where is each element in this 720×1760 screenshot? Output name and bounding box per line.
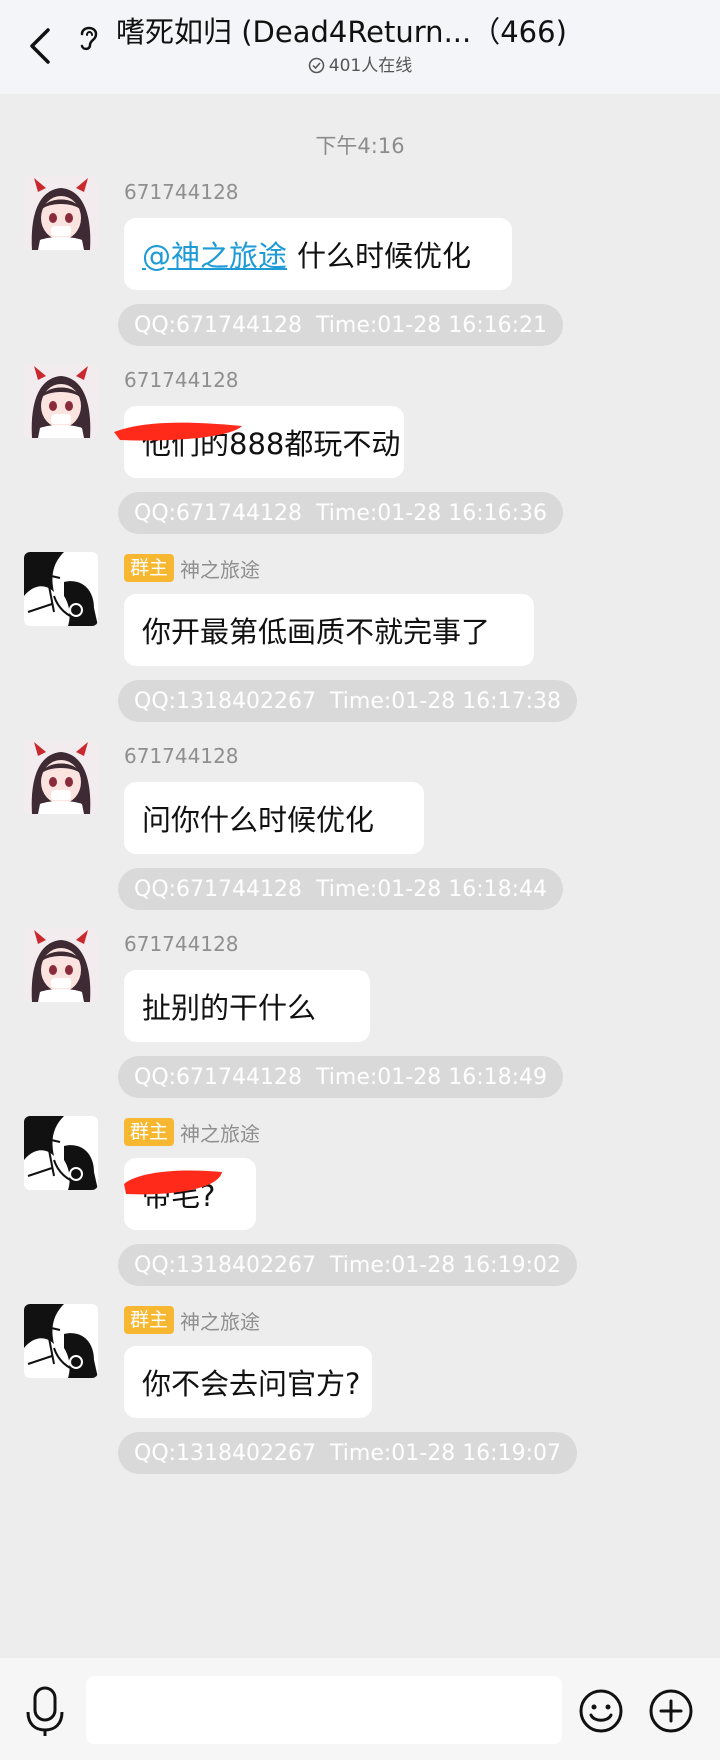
message-input[interactable] — [86, 1676, 562, 1744]
online-status: 401人在线 — [0, 54, 720, 78]
message-item: 671744128 问你什么时候优化 QQ:671744128 Time:01-… — [0, 740, 720, 930]
message-meta: QQ:1318402267 Time:01-28 16:19:02 — [118, 1244, 577, 1286]
message-bubble[interactable]: 你不会去问官方? — [124, 1346, 372, 1418]
meta-qq: QQ:671744128 — [134, 1064, 303, 1090]
sender-row: 群主 神之旅途 — [124, 1306, 260, 1334]
input-bar — [0, 1658, 720, 1760]
meta-time: Time:01-28 16:18:44 — [316, 876, 548, 902]
message-text: 带毛? — [142, 1179, 216, 1213]
avatar-anime-girl[interactable] — [24, 740, 98, 814]
sender-row: 671744128 — [124, 178, 239, 206]
group-title[interactable]: 嗜死如归 (Dead4Return...（466) — [116, 12, 696, 52]
message-item: 群主 神之旅途 你开最第低画质不就完事了 QQ:1318402267 Time:… — [0, 552, 720, 742]
owner-badge: 群主 — [124, 1306, 175, 1334]
meta-time: Time:01-28 16:17:38 — [330, 688, 561, 714]
avatar-anime-girl[interactable] — [24, 176, 98, 250]
sender-name[interactable]: 671744128 — [124, 368, 239, 392]
message-list[interactable]: 下午4:16 671744128 @神之旅途 什么时候优化 QQ:6717441… — [0, 94, 720, 1658]
avatar-manga[interactable] — [24, 1116, 98, 1190]
message-text: 你开最第低画质不就完事了 — [142, 615, 491, 649]
meta-time: Time:01-28 16:18:49 — [316, 1064, 548, 1090]
meta-qq: QQ:671744128 — [134, 876, 303, 902]
chat-header: 嗜死如归 (Dead4Return...（466) 401人在线 — [0, 0, 720, 94]
sender-name[interactable]: 神之旅途 — [180, 1306, 260, 1335]
time-divider: 下午4:16 — [315, 134, 405, 158]
mic-icon[interactable] — [24, 1686, 66, 1738]
sender-name[interactable]: 671744128 — [124, 180, 239, 204]
message-bubble[interactable]: 他们的888都玩不动 — [124, 406, 404, 478]
message-meta: QQ:671744128 Time:01-28 16:16:21 — [118, 304, 564, 346]
ear-icon[interactable] — [76, 22, 102, 52]
message-item: 群主 神之旅途 带毛? QQ:1318402267 Time:01-28 16:… — [0, 1116, 720, 1306]
message-text: 扯别的干什么 — [142, 991, 317, 1025]
message-bubble[interactable]: @神之旅途 什么时候优化 — [124, 218, 512, 290]
meta-qq: QQ:1318402267 — [134, 688, 317, 714]
avatar-anime-girl[interactable] — [24, 928, 98, 1002]
message-bubble[interactable]: 扯别的干什么 — [124, 970, 370, 1042]
sender-name[interactable]: 神之旅途 — [180, 554, 260, 583]
sender-row: 671744128 — [124, 930, 239, 958]
online-count: 401人在线 — [328, 56, 413, 76]
avatar-manga[interactable] — [24, 1304, 98, 1378]
message-meta: QQ:1318402267 Time:01-28 16:19:07 — [118, 1432, 577, 1474]
meta-qq: QQ:1318402267 — [134, 1252, 317, 1278]
sender-name[interactable]: 671744128 — [124, 932, 239, 956]
plus-icon[interactable] — [648, 1688, 694, 1734]
message-text: 什么时候优化 — [297, 239, 472, 273]
avatar-manga[interactable] — [24, 552, 98, 626]
message-bubble[interactable]: 带毛? — [124, 1158, 256, 1230]
message-item: 群主 神之旅途 你不会去问官方? QQ:1318402267 Time:01-2… — [0, 1304, 720, 1494]
avatar-anime-girl[interactable] — [24, 364, 98, 438]
owner-badge: 群主 — [124, 1118, 175, 1146]
message-meta: QQ:671744128 Time:01-28 16:18:44 — [118, 868, 564, 910]
message-item: 671744128 他们的888都玩不动 QQ:671744128 Time:0… — [0, 364, 720, 554]
message-meta: QQ:671744128 Time:01-28 16:16:36 — [118, 492, 564, 534]
emoji-icon[interactable] — [578, 1688, 624, 1734]
message-text: 问你什么时候优化 — [142, 803, 375, 837]
mention-link[interactable]: @神之旅途 — [142, 233, 287, 275]
meta-qq: QQ:671744128 — [134, 500, 303, 526]
check-icon — [308, 57, 325, 74]
message-bubble[interactable]: 问你什么时候优化 — [124, 782, 424, 854]
message-text: 他们的888都玩不动 — [142, 427, 401, 461]
message-item: 671744128 @神之旅途 什么时候优化 QQ:671744128 Time… — [0, 176, 720, 366]
sender-name[interactable]: 神之旅途 — [180, 1118, 260, 1147]
sender-row: 群主 神之旅途 — [124, 1118, 260, 1146]
sender-name[interactable]: 671744128 — [124, 744, 239, 768]
meta-time: Time:01-28 16:16:21 — [316, 312, 548, 338]
meta-qq: QQ:1318402267 — [134, 1440, 317, 1466]
message-bubble[interactable]: 你开最第低画质不就完事了 — [124, 594, 534, 666]
meta-time: Time:01-28 16:19:02 — [330, 1252, 561, 1278]
meta-time: Time:01-28 16:19:07 — [330, 1440, 561, 1466]
meta-qq: QQ:671744128 — [134, 312, 303, 338]
meta-time: Time:01-28 16:16:36 — [316, 500, 548, 526]
message-meta: QQ:671744128 Time:01-28 16:18:49 — [118, 1056, 564, 1098]
owner-badge: 群主 — [124, 554, 175, 582]
sender-row: 671744128 — [124, 742, 239, 770]
sender-row: 671744128 — [124, 366, 239, 394]
sender-row: 群主 神之旅途 — [124, 554, 260, 582]
message-meta: QQ:1318402267 Time:01-28 16:17:38 — [118, 680, 577, 722]
message-text: 你不会去问官方? — [142, 1367, 361, 1401]
message-item: 671744128 扯别的干什么 QQ:671744128 Time:01-28… — [0, 928, 720, 1118]
